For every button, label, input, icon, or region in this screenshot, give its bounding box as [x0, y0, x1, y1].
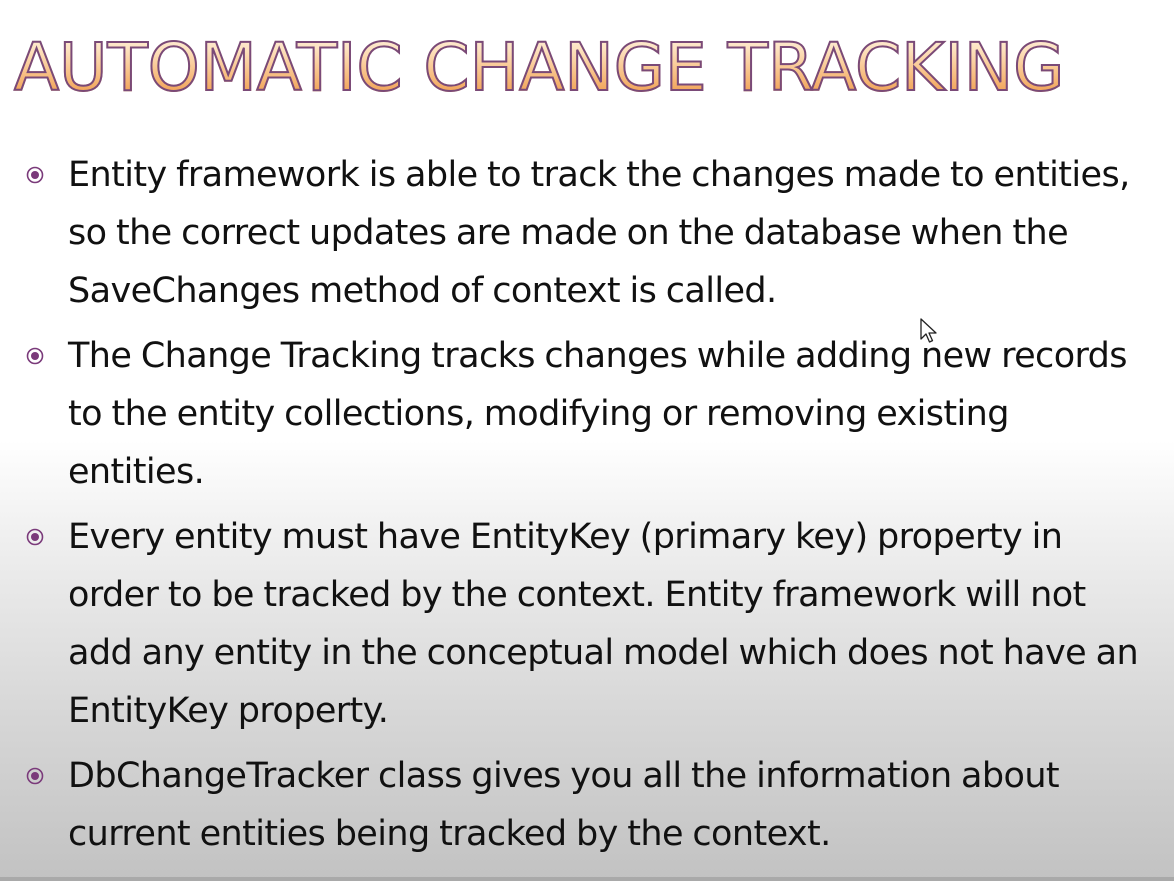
circle-dot-bullet-icon	[26, 347, 44, 365]
bullet-item: Every entity must have EntityKey (primar…	[0, 508, 1174, 740]
bullet-item: Entity framework is able to track the ch…	[0, 146, 1174, 320]
slide-title: AUTOMATIC CHANGE TRACKING	[13, 22, 1065, 114]
circle-dot-bullet-icon	[26, 166, 44, 184]
bullet-text: DbChangeTracker class gives you all the …	[68, 756, 1060, 854]
bullet-item: The Change Tracking tracks changes while…	[0, 327, 1174, 501]
bullet-list: Entity framework is able to track the ch…	[0, 146, 1174, 870]
bullet-text: Entity framework is able to track the ch…	[68, 155, 1130, 311]
bullet-item: DbChangeTracker class gives you all the …	[0, 747, 1174, 863]
bullet-text: Every entity must have EntityKey (primar…	[68, 517, 1139, 731]
circle-dot-bullet-icon	[26, 767, 44, 785]
bullet-text: The Change Tracking tracks changes while…	[68, 336, 1128, 492]
bottom-edge-bar	[0, 877, 1174, 881]
circle-dot-bullet-icon	[26, 528, 44, 546]
mouse-pointer-icon	[920, 318, 937, 343]
